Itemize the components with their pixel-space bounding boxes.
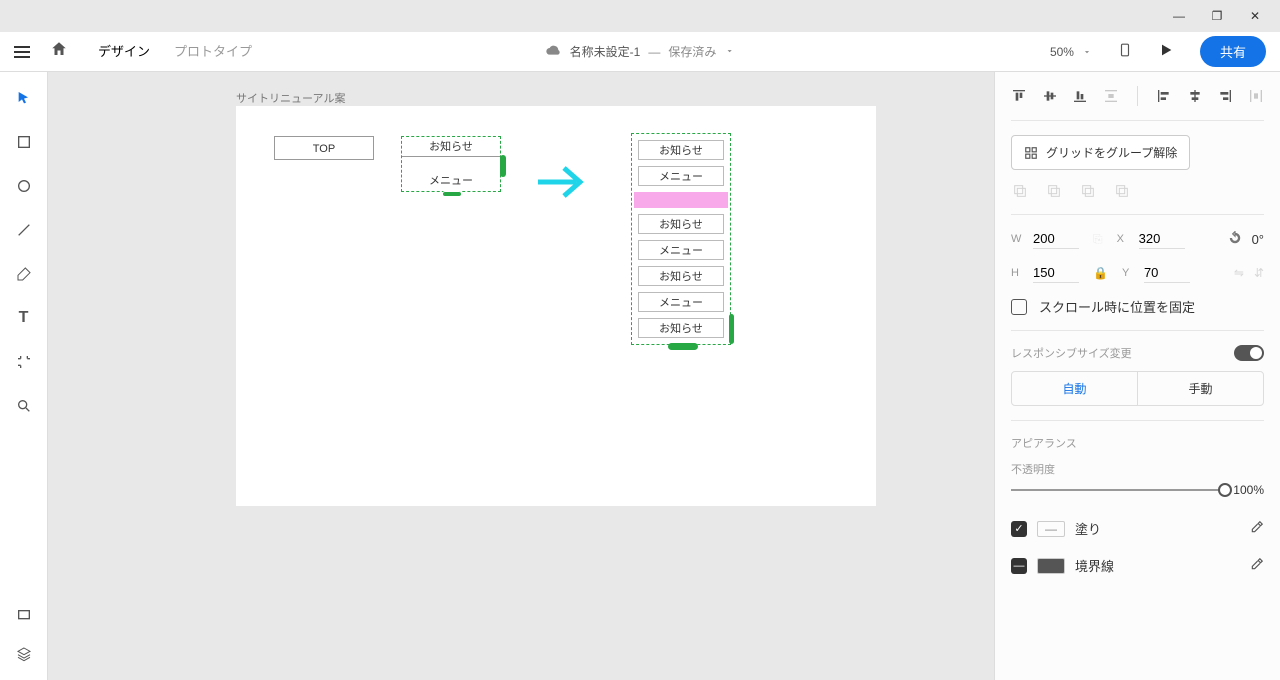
responsive-toggle[interactable] — [1234, 345, 1264, 361]
menu-icon[interactable] — [14, 46, 30, 58]
bool-union-icon — [1011, 182, 1029, 200]
align-vcenter-icon[interactable] — [1042, 87, 1059, 105]
bool-intersect-icon — [1079, 182, 1097, 200]
artboard-label[interactable]: サイトリニューアル案 — [236, 90, 345, 106]
grid-handle-vertical-icon[interactable] — [500, 155, 506, 177]
zoom-tool-icon[interactable] — [14, 396, 34, 416]
lock-aspect-icon[interactable]: 🔒 — [1093, 266, 1108, 280]
opacity-slider[interactable] — [1011, 489, 1225, 491]
responsive-auto-button[interactable]: 自動 — [1012, 372, 1138, 405]
bool-subtract-icon — [1045, 182, 1063, 200]
border-label: 境界線 — [1075, 556, 1114, 575]
tab-design[interactable]: デザイン — [98, 29, 150, 74]
bool-exclude-icon — [1113, 182, 1131, 200]
grid-cell[interactable]: お知らせ — [638, 140, 724, 160]
ungroup-grid-label: グリッドをグループ解除 — [1046, 144, 1177, 161]
width-label: W — [1011, 233, 1023, 245]
cloud-icon — [546, 42, 562, 61]
width-input[interactable] — [1033, 229, 1079, 249]
text-tool-icon[interactable]: T — [14, 308, 34, 328]
artboard[interactable]: TOP お知らせ メニュー お知らせ メニュー お知らせ メニュー お知らせ メ… — [236, 106, 876, 506]
grid-cell[interactable]: お知らせ — [638, 266, 724, 286]
fill-swatch[interactable]: — — [1037, 521, 1065, 537]
tab-prototype[interactable]: プロトタイプ — [174, 29, 252, 74]
distribute-v-icon — [1103, 87, 1120, 105]
canvas-box-top[interactable]: TOP — [274, 136, 374, 160]
grid-cell[interactable]: お知らせ — [638, 214, 724, 234]
align-hcenter-icon[interactable] — [1187, 87, 1204, 105]
distribute-h-icon — [1248, 87, 1265, 105]
grid-cell[interactable]: メニュー — [402, 171, 500, 191]
responsive-manual-button[interactable]: 手動 — [1138, 372, 1263, 405]
eyedropper-icon[interactable] — [1250, 520, 1264, 537]
line-tool-icon[interactable] — [14, 220, 34, 240]
rotate-value[interactable]: 0° — [1252, 232, 1264, 247]
maximize-icon[interactable]: ❐ — [1210, 9, 1224, 23]
grid-handle-horizontal-icon[interactable] — [442, 191, 462, 197]
app-topbar: デザイン プロトタイプ 名称未設定-1 — 保存済み 50% 共有 — [0, 32, 1280, 72]
opacity-label: 不透明度 — [1011, 461, 1264, 477]
zoom-dropdown[interactable]: 50% — [1050, 45, 1092, 59]
minimize-icon[interactable]: — — [1172, 9, 1186, 23]
fill-label: 塗り — [1075, 519, 1101, 538]
zoom-value: 50% — [1050, 45, 1074, 59]
arrow-right-icon[interactable] — [536, 162, 588, 205]
fix-scroll-checkbox[interactable] — [1011, 299, 1027, 315]
rectangle-tool-icon[interactable] — [14, 132, 34, 152]
responsive-title: レスポンシブサイズ変更 — [1011, 345, 1132, 361]
canvas[interactable]: サイトリニューアル案 TOP お知らせ メニュー お知らせ メニュー お知らせ … — [48, 72, 994, 680]
border-swatch[interactable] — [1037, 558, 1065, 574]
assets-panel-icon[interactable] — [14, 604, 34, 624]
canvas-repeat-grid-b[interactable]: お知らせ メニュー お知らせ メニュー お知らせ メニュー お知らせ — [631, 133, 731, 345]
x-input[interactable] — [1139, 229, 1185, 249]
ungroup-grid-button[interactable]: グリッドをグループ解除 — [1011, 135, 1190, 170]
window-titlebar: — ❐ ✕ — [0, 0, 1280, 32]
grid-cell[interactable]: メニュー — [638, 166, 724, 186]
rotate-icon[interactable] — [1228, 231, 1242, 248]
height-input[interactable] — [1033, 263, 1079, 283]
flip-v-icon[interactable]: ⇵ — [1254, 266, 1264, 280]
grid-cell[interactable]: メニュー — [638, 292, 724, 312]
chevron-down-icon — [724, 45, 734, 59]
tool-rail: T — [0, 72, 48, 680]
opacity-value: 100% — [1233, 483, 1264, 497]
document-name: 名称未設定-1 — [570, 43, 641, 60]
properties-panel: グリッドをグループ解除 W ⎘ X 0° — [994, 72, 1280, 680]
grid-gap-highlight[interactable] — [634, 192, 728, 208]
align-right-icon[interactable] — [1217, 87, 1234, 105]
grid-cell[interactable]: お知らせ — [402, 137, 500, 157]
artboard-tool-icon[interactable] — [14, 352, 34, 372]
select-tool-icon[interactable] — [14, 88, 34, 108]
device-preview-icon[interactable] — [1118, 41, 1132, 62]
pen-tool-icon[interactable] — [14, 264, 34, 284]
grid-cell[interactable]: メニュー — [638, 240, 724, 260]
border-enable-checkbox[interactable]: — — [1011, 558, 1027, 574]
appearance-title: アピアランス — [1011, 435, 1077, 451]
share-button[interactable]: 共有 — [1200, 36, 1266, 67]
canvas-repeat-grid-a[interactable]: お知らせ メニュー — [401, 136, 501, 192]
close-icon[interactable]: ✕ — [1248, 9, 1262, 23]
align-bottom-icon[interactable] — [1072, 87, 1089, 105]
home-icon[interactable] — [50, 40, 68, 63]
y-input[interactable] — [1144, 263, 1190, 283]
play-icon[interactable] — [1158, 42, 1174, 61]
grid-handle-horizontal-icon[interactable] — [668, 343, 698, 350]
fix-scroll-label: スクロール時に位置を固定 — [1039, 297, 1195, 316]
fill-enable-checkbox[interactable]: ✓ — [1011, 521, 1027, 537]
height-label: H — [1011, 267, 1023, 279]
document-title-area[interactable]: 名称未設定-1 — 保存済み — [546, 42, 735, 61]
flip-h-icon[interactable]: ⇋ — [1234, 266, 1244, 280]
grid-cell[interactable]: お知らせ — [638, 318, 724, 338]
y-label: Y — [1122, 267, 1134, 279]
x-label: X — [1117, 233, 1129, 245]
layers-panel-icon[interactable] — [14, 644, 34, 664]
grid-handle-vertical-icon[interactable] — [729, 314, 734, 344]
align-top-icon[interactable] — [1011, 87, 1028, 105]
align-left-icon[interactable] — [1156, 87, 1173, 105]
eyedropper-icon[interactable] — [1250, 557, 1264, 574]
ellipse-tool-icon[interactable] — [14, 176, 34, 196]
document-status: 保存済み — [668, 43, 716, 60]
